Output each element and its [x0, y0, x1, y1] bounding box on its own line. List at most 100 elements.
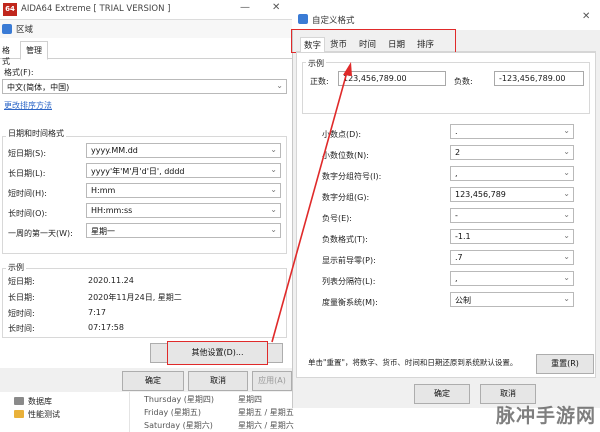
short-time-label: 短时间(H): [8, 189, 47, 198]
list-separator-select[interactable]: , ⌄ [450, 271, 574, 286]
custom-format-title: 自定义格式 [312, 16, 355, 26]
long-date-select[interactable]: yyyy'年'M'月'd'日', dddd ⌄ [86, 163, 281, 178]
list-item-value: 星期四 [238, 395, 262, 404]
ex-short-time-value: 7:17 [88, 308, 106, 317]
decimal-point-label: 小数点(D): [322, 130, 362, 139]
region-apply-button[interactable]: 应用(A) [252, 371, 292, 391]
datetime-group-title: 日期和时间格式 [6, 128, 66, 139]
cf-example-group [302, 62, 590, 114]
other-settings-button[interactable]: 其他设置(D)... [167, 341, 268, 365]
format-select-value: 中文(简体，中国) [7, 83, 70, 92]
first-day-select[interactable]: 星期一 ⌄ [86, 223, 281, 238]
chevron-down-icon: ⌄ [563, 231, 570, 240]
ex-long-time-label: 长时间: [8, 324, 35, 333]
example-group [2, 268, 287, 338]
close-icon[interactable]: ✕ [582, 11, 590, 22]
chevron-down-icon: ⌄ [270, 205, 277, 214]
change-sort-link[interactable]: 更改排序方法 [4, 100, 52, 111]
chevron-down-icon: ⌄ [563, 147, 570, 156]
digit-grouping-label: 数字分组(G): [322, 193, 370, 202]
list-separator-label: 列表分隔符(L): [322, 277, 376, 286]
ex-long-time-value: 07:17:58 [88, 323, 124, 332]
chevron-down-icon: ⌄ [563, 189, 570, 198]
reset-button[interactable]: 重置(R) [536, 354, 594, 374]
tree-item-benchmark[interactable]: 性能测试 [28, 409, 60, 420]
aida-window-title: AIDA64 Extreme [ TRIAL VERSION ] [21, 4, 171, 14]
leading-zero-label: 显示前导零(P): [322, 256, 376, 265]
first-day-label: 一周的第一天(W): [8, 229, 73, 238]
group-symbol-select[interactable]: , ⌄ [450, 166, 574, 181]
decimal-point-select[interactable]: . ⌄ [450, 124, 574, 139]
negative-sign-select[interactable]: - ⌄ [450, 208, 574, 223]
tab-manage[interactable]: 管理 [20, 41, 48, 60]
format-select[interactable]: 中文(简体，中国) ⌄ [2, 79, 287, 94]
list-separator-value: , [455, 274, 458, 283]
negative-sign-value: - [455, 211, 458, 220]
digit-grouping-select[interactable]: 123,456,789 ⌄ [450, 187, 574, 202]
list-item-value: 星期六 / 星期六 [238, 421, 294, 430]
region-cancel-button[interactable]: 取消 [188, 371, 248, 391]
aida64-logo: 64 [3, 3, 17, 16]
chevron-down-icon: ⌄ [270, 145, 277, 154]
benchmark-icon [14, 410, 24, 418]
globe-icon [298, 14, 308, 24]
reset-note: 单击"重置"，将数字、货币、时间和日期还原到系统默认设置。 [308, 358, 518, 367]
negative-label: 负数: [454, 77, 473, 86]
short-time-value: H:mm [91, 186, 116, 195]
chevron-down-icon: ⌄ [563, 210, 570, 219]
region-title: 区域 [16, 25, 34, 35]
ex-short-date-label: 短日期: [8, 277, 35, 286]
short-time-select[interactable]: H:mm ⌄ [86, 183, 281, 198]
format-label: 格式(F): [4, 68, 34, 77]
chevron-down-icon: ⌄ [563, 294, 570, 303]
decimal-digits-value: 2 [455, 148, 461, 157]
chevron-down-icon: ⌄ [270, 165, 277, 174]
cf-example-title: 示例 [306, 58, 326, 69]
globe-icon [2, 24, 12, 34]
positive-preview: 123,456,789.00 [338, 71, 446, 86]
negative-format-select[interactable]: -1.1 ⌄ [450, 229, 574, 244]
negative-preview: -123,456,789.00 [494, 71, 584, 86]
tab-format[interactable]: 格式 [0, 42, 18, 66]
measurement-select[interactable]: 公制 ⌄ [450, 292, 574, 307]
ex-short-date-value: 2020.11.24 [88, 276, 134, 285]
ex-short-time-label: 短时间: [8, 309, 35, 318]
watermark-text: 脉冲手游网 [495, 405, 596, 427]
positive-label: 正数: [310, 77, 329, 86]
short-date-label: 短日期(S): [8, 149, 47, 158]
group-symbol-value: , [455, 169, 458, 178]
short-date-value: yyyy.MM.dd [91, 146, 138, 155]
cf-ok-button[interactable]: 确定 [414, 384, 470, 404]
digit-grouping-value: 123,456,789 [455, 190, 506, 199]
region-ok-button[interactable]: 确定 [122, 371, 184, 391]
long-time-select[interactable]: HH:mm:ss ⌄ [86, 203, 281, 218]
chevron-down-icon: ⌄ [270, 225, 277, 234]
negative-format-label: 负数格式(T): [322, 235, 368, 244]
chevron-down-icon: ⌄ [563, 168, 570, 177]
list-item-name: Friday (星期五) [144, 408, 202, 417]
negative-format-value: -1.1 [455, 232, 471, 241]
tree-item-database[interactable]: 数据库 [28, 396, 52, 407]
short-date-select[interactable]: yyyy.MM.dd ⌄ [86, 143, 281, 158]
decimal-point-value: . [455, 127, 458, 136]
long-date-label: 长日期(L): [8, 169, 46, 178]
measurement-label: 度量衡系统(M): [322, 298, 378, 307]
long-time-value: HH:mm:ss [91, 206, 133, 215]
list-item-name: Thursday (星期四) [144, 395, 214, 404]
example-group-title: 示例 [6, 262, 26, 273]
decimal-digits-select[interactable]: 2 ⌄ [450, 145, 574, 160]
group-symbol-label: 数字分组符号(I): [322, 172, 382, 181]
close-icon[interactable]: ✕ [272, 2, 280, 13]
measurement-value: 公制 [455, 296, 471, 305]
chevron-down-icon: ⌄ [563, 252, 570, 261]
database-icon [14, 397, 24, 405]
tabs-highlight-box [291, 29, 456, 53]
leading-zero-select[interactable]: .7 ⌄ [450, 250, 574, 265]
ex-long-date-value: 2020年11月24日, 星期二 [88, 293, 182, 302]
minimize-icon[interactable]: — [240, 2, 250, 13]
ex-long-date-label: 长日期: [8, 293, 35, 302]
chevron-down-icon: ⌄ [276, 81, 283, 90]
region-title-bar: 区域 [0, 20, 292, 38]
leading-zero-value: .7 [455, 253, 463, 262]
long-time-label: 长时间(O): [8, 209, 48, 218]
